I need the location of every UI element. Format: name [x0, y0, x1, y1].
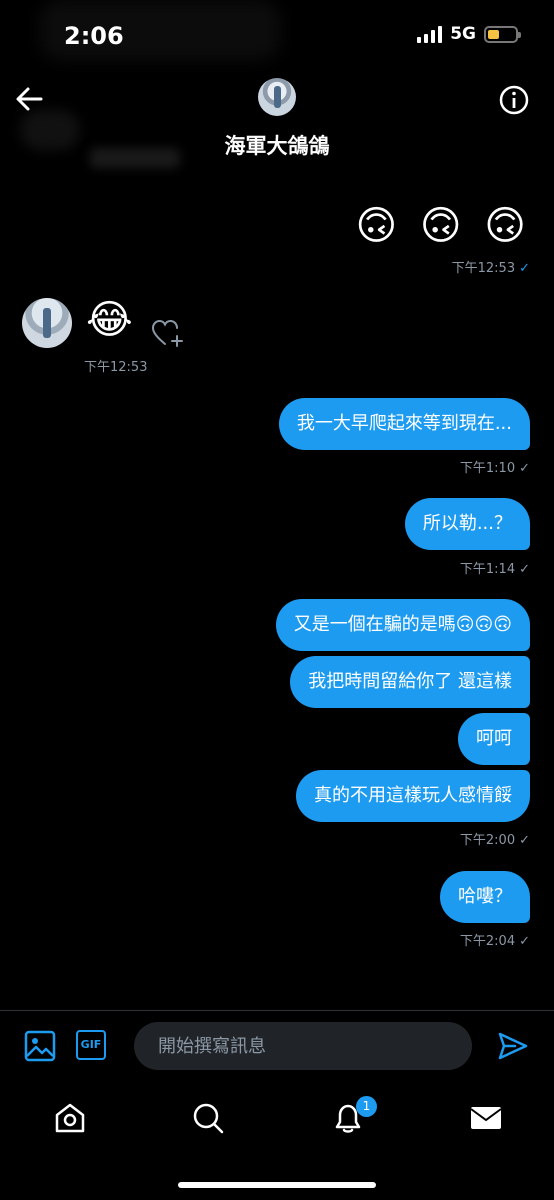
sent-message-bubble[interactable]: 所以勒...？: [404, 498, 530, 550]
info-icon[interactable]: [498, 84, 530, 116]
sent-check-icon: ✓: [519, 461, 530, 476]
sender-avatar[interactable]: [22, 298, 72, 348]
sent-check-icon: ✓: [519, 562, 530, 577]
emoji-message[interactable]: 🙃 🙃 🙃: [355, 202, 526, 250]
sent-check-icon: ✓: [519, 934, 530, 949]
home-indicator: [178, 1182, 376, 1188]
sent-message-bubble[interactable]: 哈嘍？: [440, 871, 530, 923]
like-heart-plus-icon[interactable]: [150, 318, 186, 348]
message-timestamp: 下午2:04 ✓: [459, 934, 530, 949]
contact-name[interactable]: 海軍大鴿鴿: [0, 130, 554, 160]
sent-message-bubble[interactable]: 我一大早爬起來等到現在...: [278, 398, 530, 450]
search-icon[interactable]: [190, 1100, 226, 1136]
received-emoji[interactable]: 😂: [86, 296, 133, 344]
message-timestamp: 下午12:53 ✓: [451, 261, 530, 276]
sent-message-bubble[interactable]: 真的不用這樣玩人感情餒: [296, 770, 530, 822]
status-indicators: 5G: [417, 24, 521, 44]
sent-message-bubble[interactable]: 呵呵: [458, 713, 530, 765]
sent-message-bubble[interactable]: 又是一個在騙的是嗎🙃🙃🙃: [275, 599, 530, 651]
network-label: 5G: [450, 24, 476, 44]
battery-icon: [484, 25, 521, 43]
back-arrow-icon[interactable]: [14, 84, 44, 114]
sent-message-bubble[interactable]: 我把時間留給你了 還這樣: [290, 656, 530, 708]
sent-check-icon: ✓: [519, 833, 530, 848]
message-timestamp: 下午12:53: [84, 360, 148, 375]
emoji: 🙃: [484, 203, 526, 249]
emoji: 🙃: [355, 203, 398, 249]
contact-avatar[interactable]: [258, 78, 296, 116]
gif-icon[interactable]: GIF: [76, 1030, 106, 1060]
message-timestamp: 下午2:00 ✓: [459, 833, 530, 848]
message-timestamp: 下午1:10 ✓: [459, 461, 530, 476]
signal-icon: [417, 25, 443, 43]
messages-mail-icon[interactable]: [468, 1100, 504, 1136]
message-input[interactable]: [134, 1022, 472, 1070]
emoji: 🙃: [419, 203, 462, 249]
image-icon[interactable]: [24, 1030, 56, 1062]
notification-badge: 1: [356, 1096, 377, 1117]
home-icon[interactable]: [52, 1100, 88, 1136]
status-time: 2:06: [64, 22, 124, 50]
read-check-icon: ✓: [519, 261, 530, 276]
send-icon[interactable]: [497, 1030, 529, 1062]
message-timestamp: 下午1:14 ✓: [459, 562, 530, 577]
